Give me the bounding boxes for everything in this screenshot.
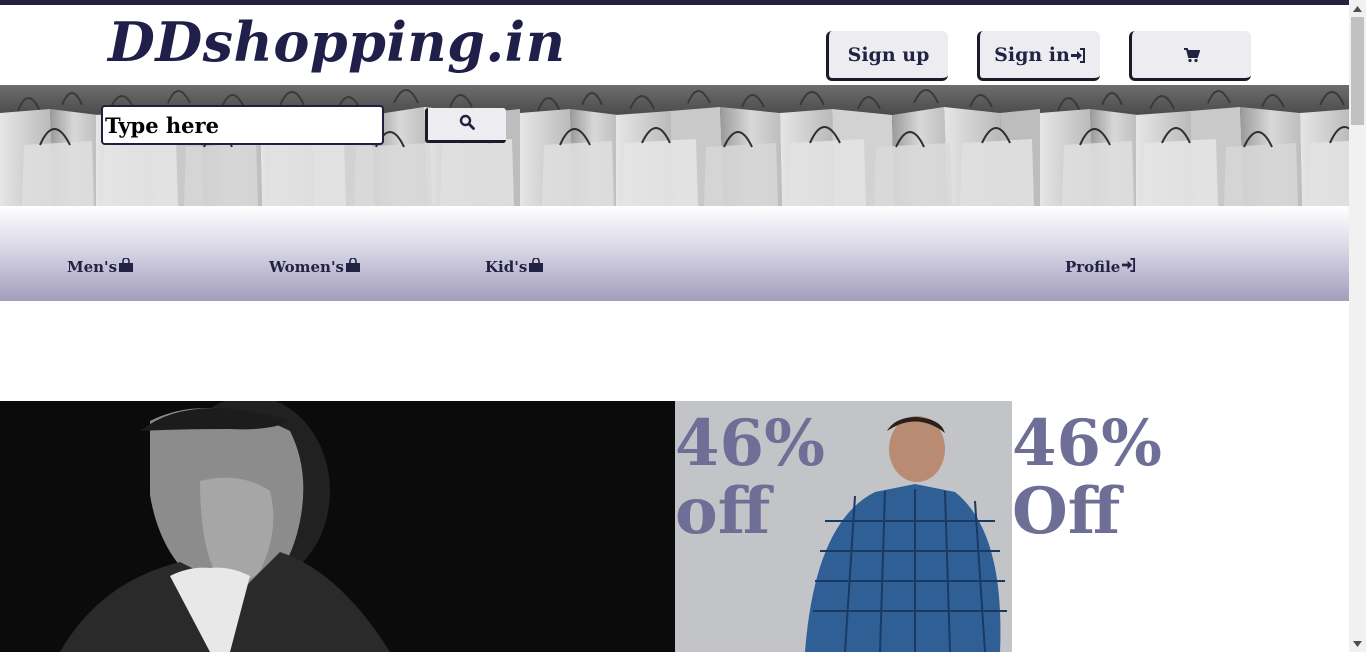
shopping-bags-banner — [0, 85, 1349, 206]
nav-item-profile[interactable]: Profile — [1065, 258, 1136, 276]
shopping-bag-icon — [118, 257, 134, 276]
scrollbar-thumb[interactable] — [1351, 17, 1364, 125]
nav-item-kids[interactable]: Kid's — [485, 257, 544, 276]
signin-button[interactable]: Sign in — [977, 31, 1100, 81]
signup-label: Sign up — [847, 43, 930, 66]
hero-banner-image[interactable] — [0, 401, 675, 652]
site-logo[interactable]: DDshopping.in — [108, 10, 565, 74]
promo-percent: 46% — [1012, 406, 1162, 481]
site-header: DDshopping.in Sign up Sign in — [0, 5, 1349, 206]
signup-button[interactable]: Sign up — [826, 31, 948, 81]
nav-label: Profile — [1065, 258, 1121, 276]
promo-percent: 46% — [675, 406, 825, 481]
sign-in-icon — [1070, 44, 1086, 66]
page-scrollbar[interactable] — [1349, 0, 1366, 652]
category-nav: Men's Women's Kid's Profile — [0, 206, 1349, 301]
nav-label: Men's — [67, 258, 118, 276]
promo-off: off — [675, 474, 771, 549]
search-input[interactable] — [101, 105, 384, 145]
nav-label: Women's — [269, 258, 344, 276]
nav-item-womens[interactable]: Women's — [269, 257, 361, 276]
cart-button[interactable] — [1129, 31, 1251, 81]
shopping-bag-icon — [345, 257, 361, 276]
sign-in-icon — [1121, 258, 1136, 276]
search-button[interactable] — [425, 108, 506, 143]
shopping-bag-icon — [528, 257, 544, 276]
nav-item-mens[interactable]: Men's — [67, 257, 134, 276]
promo-discount-mid: 46% off — [675, 410, 825, 546]
nav-label: Kid's — [485, 258, 528, 276]
promo-off: Off — [1012, 474, 1121, 549]
scroll-up-arrow-icon[interactable] — [1349, 0, 1366, 17]
cart-icon — [1183, 44, 1200, 66]
signin-label: Sign in — [994, 43, 1070, 66]
scroll-down-arrow-icon[interactable] — [1349, 635, 1366, 652]
search-icon — [459, 114, 475, 134]
promo-discount-right: 46% Off — [1012, 410, 1162, 546]
